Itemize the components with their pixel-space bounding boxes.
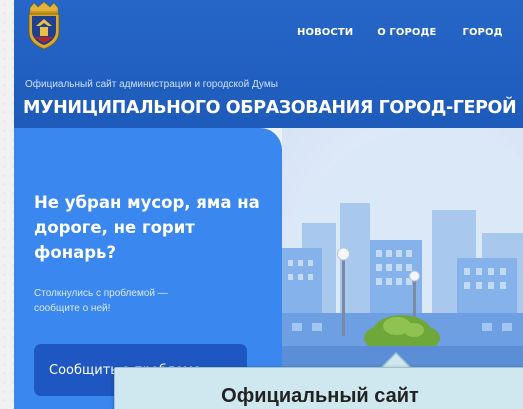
main-nav: НОВОСТИ О ГОРОДЕ ГОРОД bbox=[297, 27, 503, 38]
tooltip-arrow-fill bbox=[382, 354, 410, 368]
tooltip-text: Официальный сайт bbox=[221, 385, 419, 407]
nav-item-city[interactable]: ГОРОД bbox=[462, 27, 502, 38]
problem-text: Столкнулись с проблемой — сообщите о ней… bbox=[34, 288, 168, 314]
problem-heading: Не убран мусор, яма на дороге, не горит … bbox=[34, 193, 260, 262]
city-coat-of-arms-icon[interactable] bbox=[24, 2, 64, 50]
site-frame: НОВОСТИ О ГОРОДЕ ГОРОД Официальный сайт … bbox=[14, 0, 523, 409]
site-title: МУНИЦИПАЛЬНОГО ОБРАЗОВАНИЯ ГОРОД-ГЕРОЙ bbox=[23, 98, 517, 118]
site-header: НОВОСТИ О ГОРОДЕ ГОРОД Официальный сайт … bbox=[14, 0, 523, 128]
tooltip: Официальный сайт bbox=[114, 367, 523, 409]
nav-item-about-city[interactable]: О ГОРОДЕ bbox=[377, 27, 436, 38]
site-subtitle: Официальный сайт администрации и городск… bbox=[25, 79, 278, 90]
nav-item-news[interactable]: НОВОСТИ bbox=[297, 27, 353, 38]
